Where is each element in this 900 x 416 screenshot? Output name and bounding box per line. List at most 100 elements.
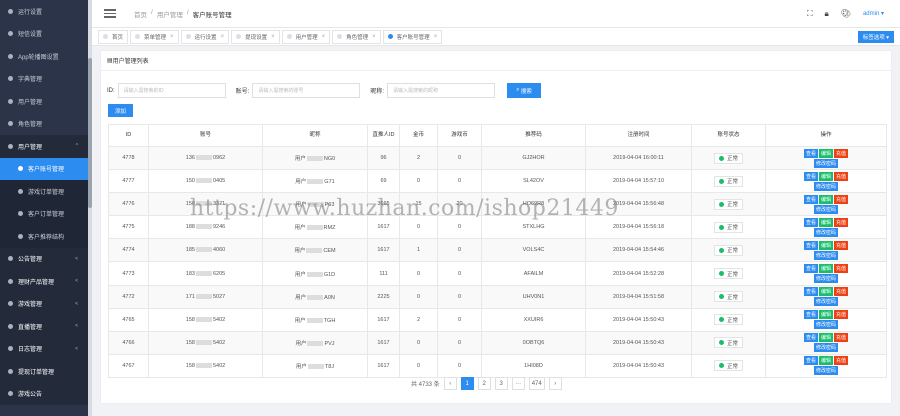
edit-button[interactable]: 编辑 [818, 194, 833, 204]
status-badge[interactable]: 正常 [713, 175, 743, 187]
sidebar-item[interactable]: App轮播图设置 [0, 45, 88, 68]
page-button[interactable]: 3 [494, 377, 508, 390]
sidebar-item[interactable]: 短信设置 [0, 23, 88, 46]
change-password-button[interactable]: 修改密码 [813, 274, 838, 284]
edit-button[interactable]: 编辑 [818, 310, 833, 320]
breadcrumb-item[interactable]: 客户账号管理 [193, 9, 232, 19]
admin-user-menu[interactable]: admin ▾ [863, 10, 884, 17]
sidebar-item[interactable]: 游戏订单管理 [0, 180, 88, 203]
change-password-button[interactable]: 修改密码 [813, 158, 838, 168]
next-page-button[interactable]: › [548, 377, 562, 390]
recharge-button[interactable]: 充值 [834, 217, 849, 227]
id-search-input[interactable]: 请输入需搜索的ID [117, 83, 226, 98]
change-password-button[interactable]: 修改密码 [813, 227, 838, 237]
recharge-button[interactable]: 充值 [834, 333, 849, 343]
recharge-button[interactable]: 充值 [834, 264, 849, 274]
nickname-search-input[interactable]: 请输入需搜索的昵称 [387, 83, 496, 98]
change-password-button[interactable]: 修改密码 [813, 297, 838, 307]
sidebar-item[interactable]: 提现订单管理 [0, 360, 88, 383]
close-icon[interactable]: × [170, 34, 174, 40]
page-button[interactable]: 2 [477, 377, 491, 390]
change-password-button[interactable]: 修改密码 [813, 204, 838, 214]
close-icon[interactable]: × [271, 34, 275, 40]
close-icon[interactable]: × [372, 34, 376, 40]
breadcrumb-item[interactable]: 用户管理 [157, 9, 183, 19]
edit-button[interactable]: 编辑 [818, 287, 833, 297]
status-badge[interactable]: 正常 [713, 221, 743, 233]
sidebar-item[interactable]: 游戏公告 [0, 382, 88, 405]
status-badge[interactable]: 正常 [713, 198, 743, 210]
status-badge[interactable]: 正常 [713, 244, 743, 256]
page-button[interactable]: 1 [460, 377, 474, 390]
status-badge[interactable]: 正常 [713, 360, 743, 372]
sidebar-item[interactable]: 客户订单管理 [0, 202, 88, 225]
sidebar-item[interactable]: 用户管理 ^ [0, 135, 88, 158]
page-button[interactable]: 474 [528, 377, 545, 390]
account-search-input[interactable]: 请输入需搜索的账号 [252, 83, 361, 98]
status-badge[interactable]: 正常 [713, 291, 743, 303]
tab-item[interactable]: 首页 [98, 29, 129, 44]
status-badge[interactable]: 正常 [713, 268, 743, 280]
status-badge[interactable]: 正常 [713, 314, 743, 326]
tab-item[interactable]: 菜单管理 × [130, 29, 179, 44]
edit-button[interactable]: 编辑 [818, 356, 833, 366]
view-button[interactable]: 查看 [803, 171, 818, 181]
menu-toggle-icon[interactable] [104, 9, 116, 18]
recharge-button[interactable]: 充值 [834, 240, 849, 250]
close-icon[interactable]: × [322, 34, 326, 40]
sidebar-item[interactable]: 角色管理 [0, 113, 88, 136]
view-button[interactable]: 查看 [803, 264, 818, 274]
edit-button[interactable]: 编辑 [818, 148, 833, 158]
tab-item[interactable]: 客户账号管理 × [382, 29, 443, 44]
recharge-button[interactable]: 充值 [834, 310, 849, 320]
fullscreen-icon[interactable]: ⛶ [807, 9, 813, 19]
tab-item[interactable]: 角色管理 × [332, 29, 381, 44]
change-password-button[interactable]: 修改密码 [813, 320, 838, 330]
recharge-button[interactable]: 充值 [834, 287, 849, 297]
view-button[interactable]: 查看 [803, 217, 818, 227]
lock-icon[interactable]: 🔒︎ [825, 9, 829, 19]
edit-button[interactable]: 编辑 [818, 171, 833, 181]
sidebar-item[interactable]: 直播管理 < [0, 315, 88, 338]
sidebar-item[interactable]: 用户管理 [0, 90, 88, 113]
sidebar-item[interactable]: 日志管理 < [0, 337, 88, 360]
recharge-button[interactable]: 充值 [834, 356, 849, 366]
scrollbar-thumb[interactable] [88, 58, 92, 208]
edit-button[interactable]: 编辑 [818, 333, 833, 343]
recharge-button[interactable]: 充值 [834, 148, 849, 158]
tab-item[interactable]: 用户管理 × [281, 29, 331, 44]
view-button[interactable]: 查看 [803, 194, 818, 204]
sidebar-item[interactable]: 客户账号管理 [0, 157, 88, 180]
search-button[interactable]: ⌕ 搜索 [507, 83, 542, 98]
sidebar-item[interactable]: 公告管理 < [0, 247, 88, 270]
edit-button[interactable]: 编辑 [818, 217, 833, 227]
tab-item[interactable]: 运行设置 × [180, 29, 230, 44]
recharge-button[interactable]: 充值 [834, 171, 849, 181]
view-button[interactable]: 查看 [803, 333, 818, 343]
status-badge[interactable]: 正常 [713, 337, 743, 349]
sidebar-item[interactable]: 字典管理 [0, 68, 88, 91]
prev-page-button[interactable]: ‹ [443, 377, 457, 390]
breadcrumb-item[interactable]: 首页 [134, 9, 147, 19]
sidebar-item[interactable]: 客户推荐结构 [0, 225, 88, 248]
sidebar-item[interactable]: 游戏管理 < [0, 292, 88, 315]
view-button[interactable]: 查看 [803, 148, 818, 158]
recharge-button[interactable]: 充值 [834, 194, 849, 204]
sidebar-item[interactable]: 运行设置 [0, 0, 88, 23]
edit-button[interactable]: 编辑 [818, 264, 833, 274]
change-password-button[interactable]: 修改密码 [813, 181, 838, 191]
view-button[interactable]: 查看 [803, 310, 818, 320]
change-password-button[interactable]: 修改密码 [813, 366, 838, 376]
tab-options-button[interactable]: 标签选项 ▾ [857, 30, 894, 43]
change-password-button[interactable]: 修改密码 [813, 343, 838, 353]
status-badge[interactable]: 正常 [713, 152, 743, 164]
sidebar-item[interactable]: 理财产品管理 < [0, 270, 88, 293]
add-button[interactable]: 添加 [108, 104, 133, 117]
sidebar-scrollbar[interactable] [88, 0, 92, 416]
close-icon[interactable]: × [221, 34, 225, 40]
edit-button[interactable]: 编辑 [818, 240, 833, 250]
view-button[interactable]: 查看 [803, 240, 818, 250]
tab-item[interactable]: 提现设置 × [231, 29, 280, 44]
theme-icon[interactable]: 🎨︎ [841, 9, 851, 18]
change-password-button[interactable]: 修改密码 [813, 250, 838, 260]
